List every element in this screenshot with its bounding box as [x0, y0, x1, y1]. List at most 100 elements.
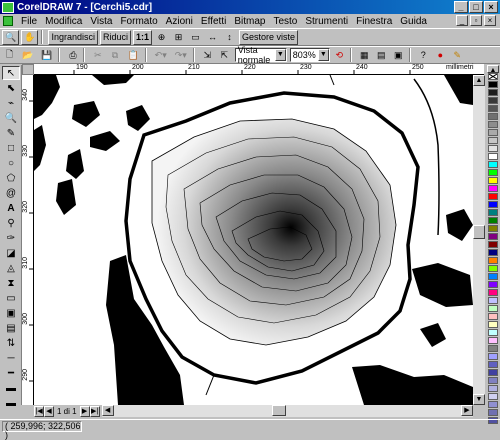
- color-swatch[interactable]: [488, 369, 498, 376]
- zoom-icon[interactable]: 🔍: [2, 29, 20, 45]
- scroll-down-button[interactable]: ▼: [473, 394, 485, 405]
- menu-azioni[interactable]: Azioni: [162, 16, 197, 27]
- cut-icon[interactable]: ✂: [90, 47, 106, 63]
- menu-finestra[interactable]: Finestra: [352, 16, 396, 27]
- chevron-down-icon[interactable]: ▼: [274, 49, 286, 61]
- next-page-button[interactable]: ▶: [79, 405, 90, 417]
- zoom-selected-icon[interactable]: ⊕: [154, 29, 169, 45]
- first-page-button[interactable]: |◀: [34, 405, 44, 417]
- prev-page-button[interactable]: ◀: [44, 405, 54, 417]
- align-icon[interactable]: ⇅: [2, 336, 20, 350]
- ruler-origin[interactable]: [22, 64, 34, 75]
- eyedropper-tool-icon[interactable]: ⚲: [2, 216, 20, 230]
- color-swatch[interactable]: [488, 145, 498, 152]
- menu-vista[interactable]: Vista: [86, 16, 116, 27]
- color-swatch[interactable]: [488, 241, 498, 248]
- color-swatch[interactable]: [488, 201, 498, 208]
- properties-icon[interactable]: ▣: [2, 306, 20, 320]
- interactive-fill-icon[interactable]: ◬: [2, 261, 20, 275]
- application-launcher-icon[interactable]: ▦: [356, 47, 372, 63]
- redo-icon[interactable]: ↷▾: [171, 47, 190, 63]
- color-swatch[interactable]: [488, 321, 498, 328]
- tutor-apple-icon[interactable]: ●: [432, 47, 448, 63]
- color-swatch[interactable]: [488, 265, 498, 272]
- whats-this-icon[interactable]: ✎: [449, 47, 465, 63]
- script-manager-icon[interactable]: ▤: [373, 47, 389, 63]
- color-swatch[interactable]: [488, 409, 498, 416]
- color-swatch[interactable]: [488, 193, 498, 200]
- print-icon[interactable]: ⎙: [65, 47, 81, 63]
- doc-minimize-button[interactable]: _: [456, 15, 468, 26]
- outline-width-thick-icon[interactable]: ▬: [2, 381, 20, 395]
- zoom-level-select[interactable]: 803% ▼: [289, 48, 330, 62]
- color-swatch[interactable]: [488, 121, 498, 128]
- corel-app-icon[interactable]: ⟲: [331, 47, 347, 63]
- menu-testo[interactable]: Testo: [269, 16, 301, 27]
- scroll-up-button[interactable]: ▲: [473, 75, 485, 86]
- view-manager-button[interactable]: Gestore viste: [239, 29, 299, 45]
- color-swatch[interactable]: [488, 305, 498, 312]
- zoom-tool-icon[interactable]: 🔍: [2, 111, 20, 125]
- menu-bitmap[interactable]: Bitmap: [230, 16, 269, 27]
- color-swatch[interactable]: [488, 393, 498, 400]
- color-swatch[interactable]: [488, 401, 498, 408]
- copy-icon[interactable]: ⧉: [107, 47, 123, 63]
- menu-guida[interactable]: Guida: [396, 16, 431, 27]
- menu-file[interactable]: File: [17, 16, 41, 27]
- text-tool-icon[interactable]: A: [2, 201, 20, 215]
- zoom-in-button[interactable]: Ingrandisci: [48, 29, 98, 45]
- color-swatch[interactable]: [488, 217, 498, 224]
- spiral-tool-icon[interactable]: @: [2, 186, 20, 200]
- outline-width-medium-icon[interactable]: ━: [2, 366, 20, 380]
- undo-icon[interactable]: ↶▾: [151, 47, 170, 63]
- polygon-tool-icon[interactable]: ⬠: [2, 171, 20, 185]
- color-swatch[interactable]: [488, 225, 498, 232]
- horizontal-scrollbar[interactable]: ◀ ▶: [101, 405, 473, 417]
- color-swatch[interactable]: [488, 249, 498, 256]
- freehand-tool-icon[interactable]: ✎: [2, 126, 20, 140]
- help-question-icon[interactable]: ?: [415, 47, 431, 63]
- last-page-button[interactable]: ▶|: [89, 405, 100, 417]
- no-fill-swatch[interactable]: [488, 73, 498, 80]
- scroll-left-button[interactable]: ◀: [101, 405, 114, 416]
- rectangle-tool-icon[interactable]: □: [2, 141, 20, 155]
- import-icon[interactable]: ⇲: [199, 47, 215, 63]
- zoom-page-icon[interactable]: ▭: [188, 29, 203, 45]
- blend-tool-icon[interactable]: ⧗: [2, 276, 20, 290]
- object-manager-icon[interactable]: ▤: [2, 321, 20, 335]
- vertical-ruler[interactable]: 340 330 320 310 300 290: [22, 75, 34, 405]
- knife-tool-icon[interactable]: ⌁: [2, 96, 20, 110]
- menu-strumenti[interactable]: Strumenti: [301, 16, 352, 27]
- color-swatch[interactable]: [488, 113, 498, 120]
- vertical-scroll-thumb[interactable]: [473, 225, 485, 239]
- color-swatch[interactable]: [488, 385, 498, 392]
- zoom-height-icon[interactable]: ↕: [222, 29, 237, 45]
- color-swatch[interactable]: [488, 273, 498, 280]
- color-swatch[interactable]: [488, 345, 498, 352]
- doc-restore-button[interactable]: ▫: [470, 15, 482, 26]
- layers-icon[interactable]: ▭: [2, 291, 20, 305]
- contour-drawing[interactable]: [34, 75, 473, 405]
- outline-width-thin-icon[interactable]: ─: [2, 351, 20, 365]
- view-mode-select[interactable]: Vista normale ▼: [234, 45, 287, 65]
- color-swatch[interactable]: [488, 337, 498, 344]
- color-swatch[interactable]: [488, 281, 498, 288]
- outline-tool-icon[interactable]: ✑: [2, 231, 20, 245]
- menu-formato[interactable]: Formato: [116, 16, 161, 27]
- color-swatch[interactable]: [488, 257, 498, 264]
- close-button[interactable]: ×: [484, 1, 498, 13]
- maximize-button[interactable]: □: [469, 1, 483, 13]
- color-swatch[interactable]: [488, 209, 498, 216]
- color-swatch[interactable]: [488, 81, 498, 88]
- open-folder-icon[interactable]: 📂: [19, 47, 37, 63]
- ellipse-tool-icon[interactable]: ○: [2, 156, 20, 170]
- shape-tool-icon[interactable]: ⬉: [2, 81, 20, 95]
- drawing-canvas[interactable]: [34, 75, 473, 405]
- title-bar[interactable]: CorelDRAW 7 - [Cerchi5.cdr] _ □ ×: [0, 0, 500, 14]
- minimize-button[interactable]: _: [454, 1, 468, 13]
- color-swatch[interactable]: [488, 137, 498, 144]
- menu-modifica[interactable]: Modifica: [41, 16, 86, 27]
- vertical-scrollbar[interactable]: ▲ ▼: [473, 75, 485, 405]
- zoom-all-icon[interactable]: ⊞: [171, 29, 186, 45]
- save-icon[interactable]: 💾: [38, 47, 56, 63]
